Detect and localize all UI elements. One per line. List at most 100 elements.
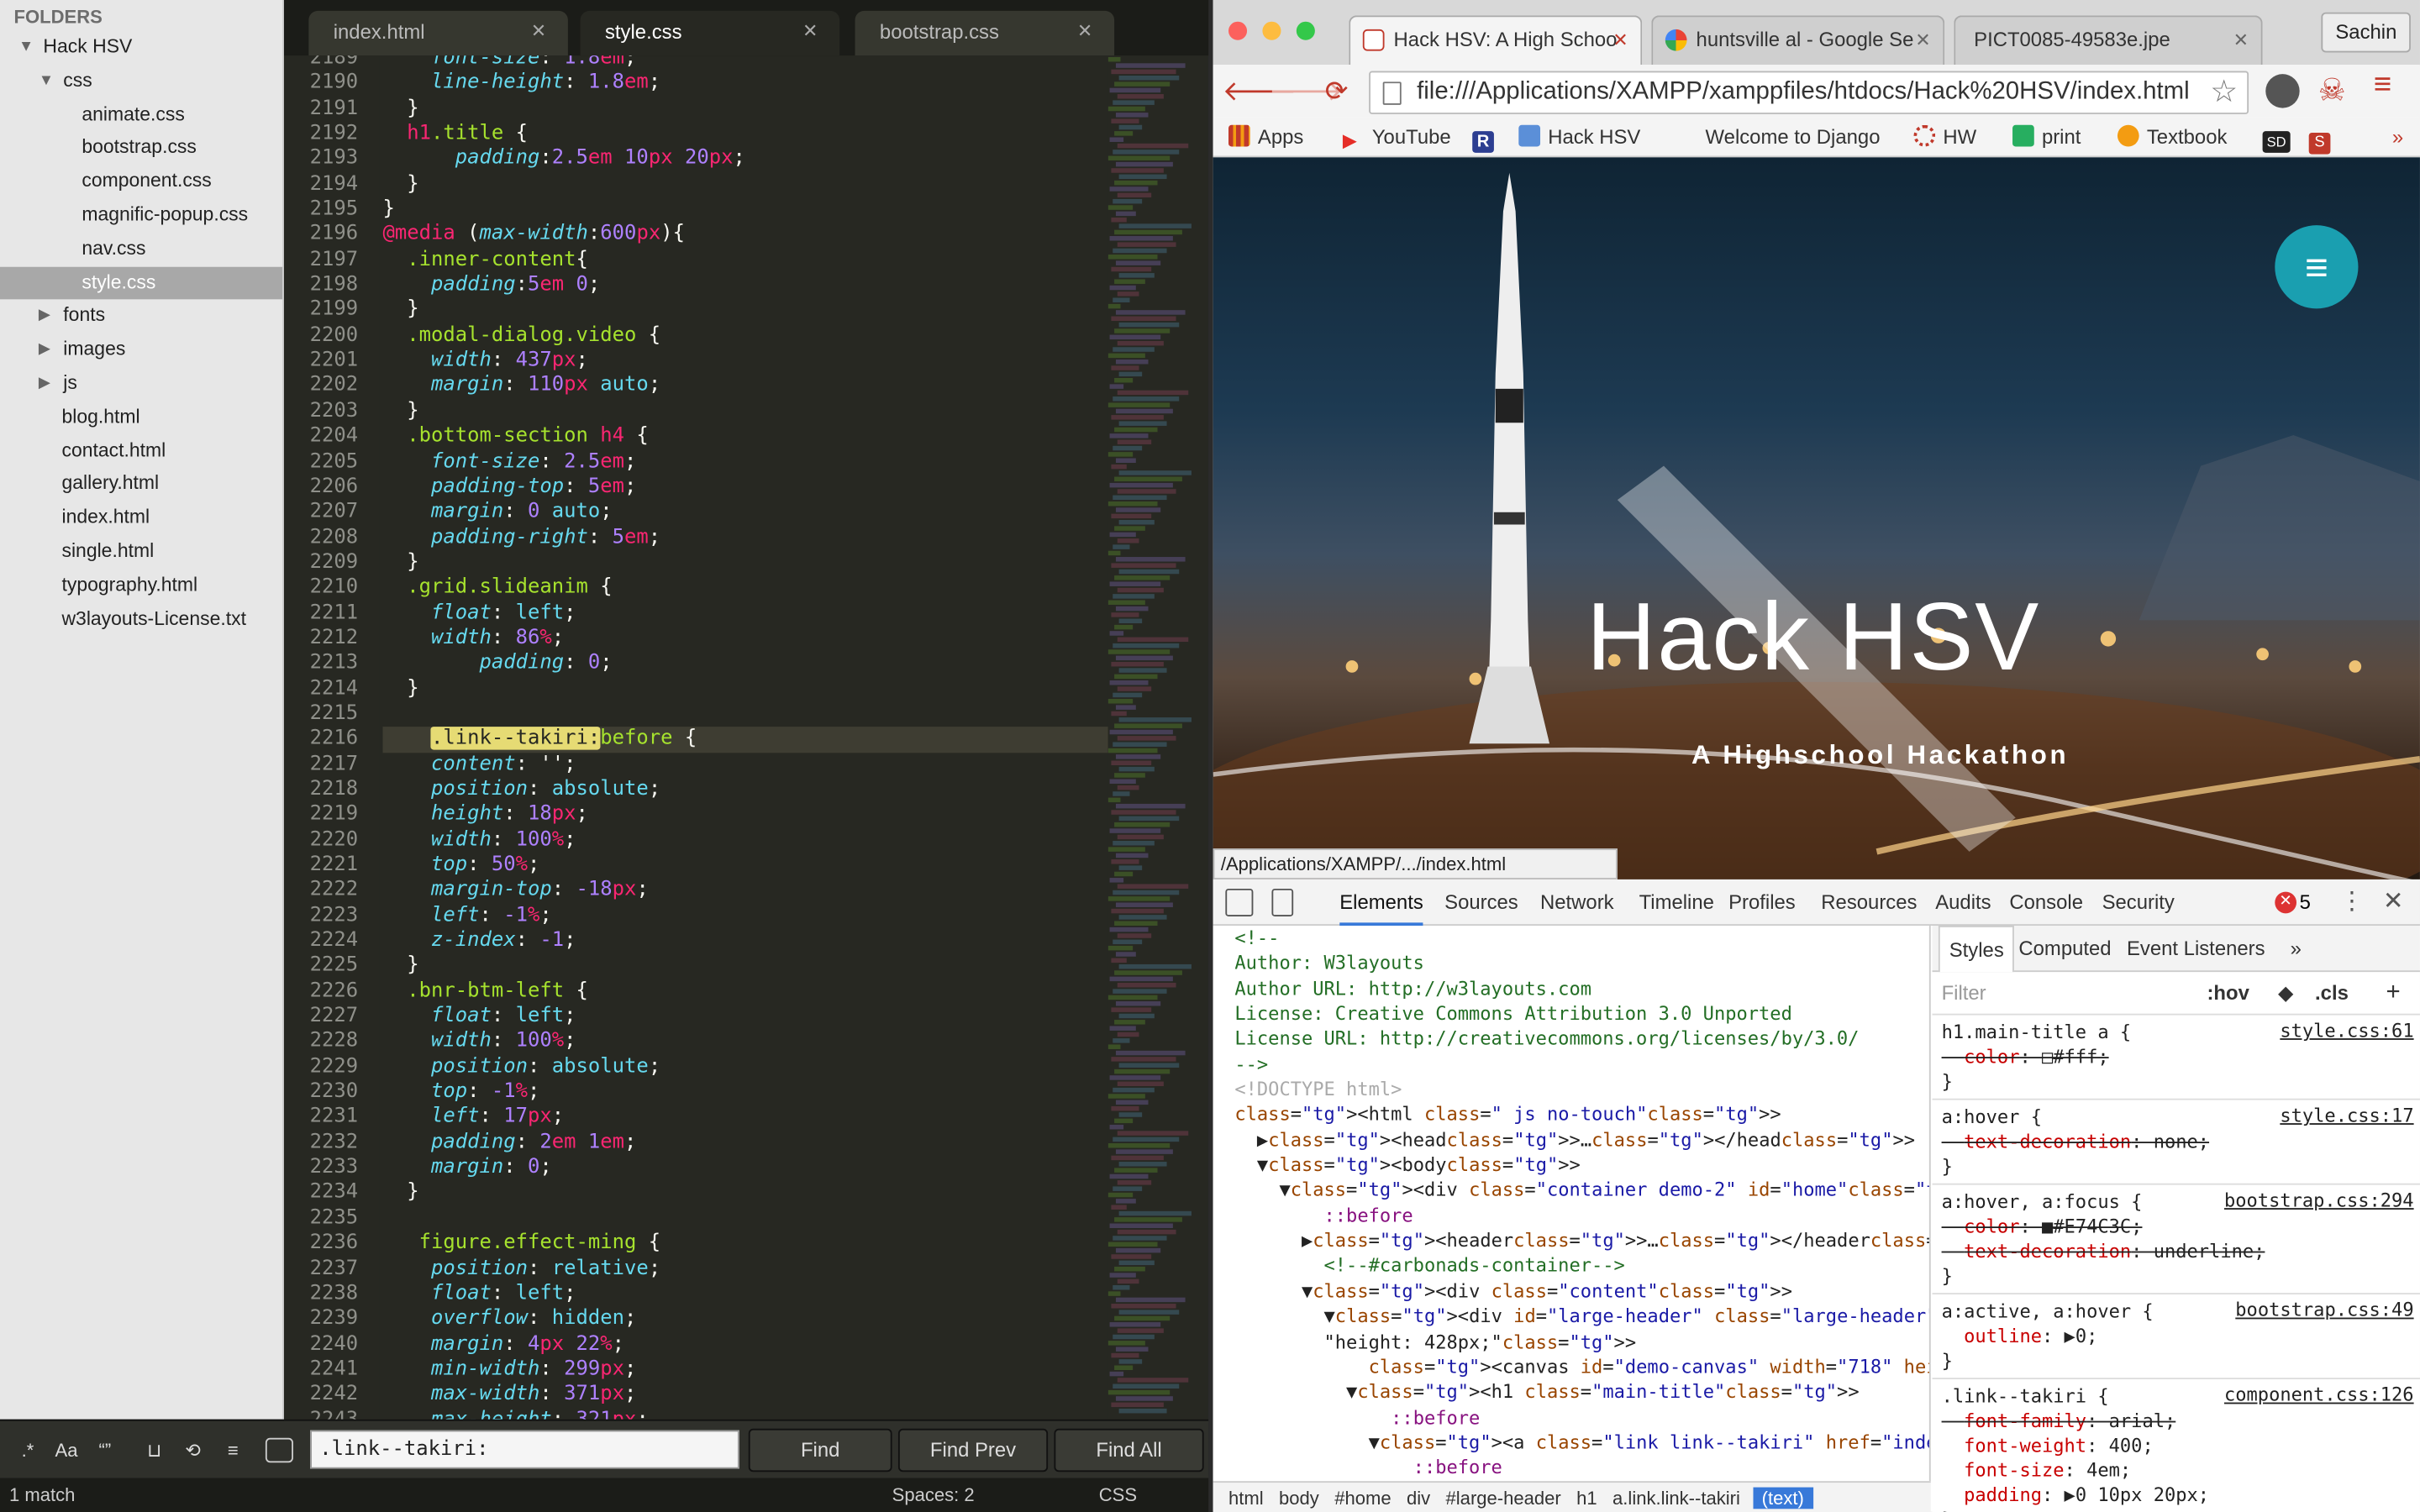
- code-line[interactable]: font-size: 1.8em;: [383, 55, 1108, 71]
- syntax-setting[interactable]: CSS: [1099, 1478, 1137, 1512]
- whole-word-toggle[interactable]: “”: [90, 1433, 121, 1467]
- code-line[interactable]: .bnr-btm-left {: [383, 979, 1108, 1005]
- style-rule[interactable]: a:active, a:hover {bootstrap.css:49 outl…: [1932, 1294, 2420, 1380]
- menu-icon[interactable]: ≡: [2374, 68, 2391, 103]
- tree-item[interactable]: ▶ js: [0, 367, 282, 401]
- code-line[interactable]: margin: 110px auto;: [383, 374, 1108, 399]
- code-line[interactable]: z-index: -1;: [383, 929, 1108, 954]
- code-line[interactable]: figure.effect-ming {: [383, 1231, 1108, 1257]
- close-icon[interactable]: ✕: [1612, 17, 1628, 63]
- back-arrow-icon[interactable]: 🡐: [1223, 71, 1297, 111]
- code-line[interactable]: margin-top: -18px;: [383, 879, 1108, 904]
- find-all-button[interactable]: Find All: [1054, 1428, 1204, 1473]
- inspect-element-icon[interactable]: [1225, 888, 1254, 916]
- rule-source-link[interactable]: component.css:126: [2224, 1384, 2414, 1406]
- forward-arrow-icon[interactable]: 🡒: [1269, 71, 1344, 111]
- code-line[interactable]: .grid.slideanim {: [383, 575, 1108, 601]
- tree-item[interactable]: ▶ images: [0, 333, 282, 367]
- code-line[interactable]: [383, 702, 1108, 727]
- breadcrumb-item[interactable]: a.link.link--takiri: [1612, 1488, 1740, 1509]
- code-line[interactable]: width: 437px;: [383, 349, 1108, 374]
- browser-tab-hack-hsv[interactable]: Hack HSV: A High Schoo ✕: [1349, 15, 1643, 66]
- devtools-tab-network[interactable]: Network: [1540, 879, 1614, 926]
- error-count[interactable]: 5: [2300, 879, 2311, 926]
- breadcrumb-item[interactable]: #home: [1334, 1488, 1391, 1509]
- code-line[interactable]: }: [383, 172, 1108, 197]
- dom-node[interactable]: ▼class="tg"><div id="large-header" class…: [1213, 1304, 1929, 1329]
- breadcrumb-item[interactable]: div: [1407, 1488, 1430, 1509]
- tree-item[interactable]: w3layouts-License.txt: [0, 602, 282, 636]
- devtools-tab-sources[interactable]: Sources: [1444, 879, 1518, 926]
- close-window-button[interactable]: [1228, 21, 1248, 40]
- code-line[interactable]: .bottom-section h4 {: [383, 424, 1108, 449]
- close-icon[interactable]: ✕: [802, 11, 818, 53]
- code-line[interactable]: float: left;: [383, 601, 1108, 627]
- code-line[interactable]: [383, 1206, 1108, 1231]
- hero-title[interactable]: Hack HSV: [1586, 583, 2040, 692]
- tree-item[interactable]: contact.html: [0, 434, 282, 468]
- code-line[interactable]: }: [383, 1181, 1108, 1206]
- tree-item[interactable]: bootstrap.css: [0, 132, 282, 165]
- more-bookmarks-icon[interactable]: »: [2392, 118, 2403, 158]
- dom-node[interactable]: class="tg"><html class=" js no-touch"cla…: [1213, 1102, 1929, 1127]
- style-property[interactable]: color: ■#E74C3C;: [1942, 1214, 2411, 1238]
- dom-node[interactable]: ▼class="tg"><div class="content"class="t…: [1213, 1278, 1929, 1304]
- devtools-tab-resources[interactable]: Resources: [1821, 879, 1917, 926]
- dom-node[interactable]: ▼class="tg"><h1 class="main-title"class=…: [1213, 1379, 1929, 1404]
- dom-node[interactable]: ::before: [1213, 1455, 1929, 1480]
- code-line[interactable]: width: 100%;: [383, 828, 1108, 853]
- code-line[interactable]: top: 50%;: [383, 853, 1108, 879]
- code-area[interactable]: font-size: 1.8em; line-height: 1.8em; } …: [382, 55, 1108, 1420]
- tree-item[interactable]: ▼ css: [0, 65, 282, 98]
- code-line[interactable]: max-height: 321px;: [383, 1408, 1108, 1420]
- dom-node[interactable]: ▼class="tg"><a class="link link--takiri"…: [1213, 1430, 1929, 1455]
- dom-node[interactable]: -->: [1213, 1052, 1929, 1077]
- code-line[interactable]: }: [383, 954, 1108, 979]
- rule-source-link[interactable]: bootstrap.css:294: [2224, 1189, 2414, 1211]
- find-input[interactable]: .link--takiri:: [310, 1430, 739, 1469]
- code-line[interactable]: padding:2.5em 10px 20px;: [383, 147, 1108, 172]
- devtools-tab-elements[interactable]: Elements: [1339, 879, 1423, 927]
- regex-toggle[interactable]: .*: [13, 1433, 44, 1467]
- code-line[interactable]: width: 86%;: [383, 627, 1108, 652]
- paint-icon[interactable]: ◆: [2278, 972, 2293, 1015]
- dom-node[interactable]: <!DOCTYPE html>: [1213, 1077, 1929, 1102]
- style-property[interactable]: color: □#fff;: [1942, 1044, 2411, 1068]
- style-property[interactable]: font-family: arial;: [1942, 1409, 2411, 1433]
- dom-node[interactable]: ::before: [1213, 1203, 1929, 1228]
- breadcrumb-item[interactable]: h1: [1576, 1488, 1597, 1509]
- code-line[interactable]: padding: 2em 1em;: [383, 1131, 1108, 1156]
- code-line[interactable]: position: relative;: [383, 1257, 1108, 1282]
- code-line[interactable]: padding-right: 5em;: [383, 525, 1108, 550]
- rule-source-link[interactable]: style.css:61: [2280, 1020, 2413, 1042]
- tree-item[interactable]: animate.css: [0, 98, 282, 132]
- close-icon[interactable]: ✕: [2233, 17, 2249, 63]
- tree-item[interactable]: magnific-popup.css: [0, 199, 282, 233]
- find-prev-button[interactable]: Find Prev: [897, 1428, 1049, 1473]
- rule-source-link[interactable]: bootstrap.css:49: [2235, 1299, 2413, 1321]
- style-property[interactable]: text-decoration: underline;: [1942, 1239, 2411, 1263]
- close-icon[interactable]: ✕: [531, 11, 546, 53]
- rule-source-link[interactable]: style.css:17: [2280, 1105, 2413, 1126]
- bookmark-print[interactable]: print: [2012, 118, 2081, 158]
- dom-node[interactable]: Author URL: http://w3layouts.com: [1213, 976, 1929, 1001]
- dom-node[interactable]: ▼class="tg"><div class="container demo-2…: [1213, 1178, 1928, 1203]
- code-line[interactable]: float: left;: [383, 1282, 1108, 1307]
- more-tabs-icon[interactable]: »: [2291, 926, 2302, 972]
- address-bar[interactable]: file:///Applications/XAMPP/xamppfiles/ht…: [1369, 71, 2249, 114]
- hover-state-toggle[interactable]: :hov: [2207, 972, 2249, 1015]
- code-line[interactable]: font-size: 2.5em;: [383, 449, 1108, 475]
- code-line[interactable]: }: [383, 197, 1108, 223]
- tab-computed[interactable]: Computed: [2018, 926, 2111, 972]
- code-line[interactable]: .modal-dialog.video {: [383, 323, 1108, 349]
- code-line[interactable]: float: left;: [383, 1005, 1108, 1030]
- style-property[interactable]: text-decoration: none;: [1942, 1129, 2411, 1153]
- tab-index-html[interactable]: index.html ✕: [308, 10, 568, 56]
- bookmark-hack-hsv[interactable]: Hack HSV: [1518, 118, 1640, 158]
- code-line[interactable]: left: -1%;: [383, 904, 1108, 929]
- breadcrumb-item[interactable]: body: [1279, 1488, 1319, 1509]
- tree-item[interactable]: nav.css: [0, 233, 282, 266]
- dom-node[interactable]: class="tg"><canvas id="demo-canvas" widt…: [1213, 1354, 1929, 1379]
- dom-node[interactable]: "height: 428px;"class="tg">>: [1213, 1329, 1929, 1354]
- close-devtools-icon[interactable]: ✕: [2383, 879, 2404, 926]
